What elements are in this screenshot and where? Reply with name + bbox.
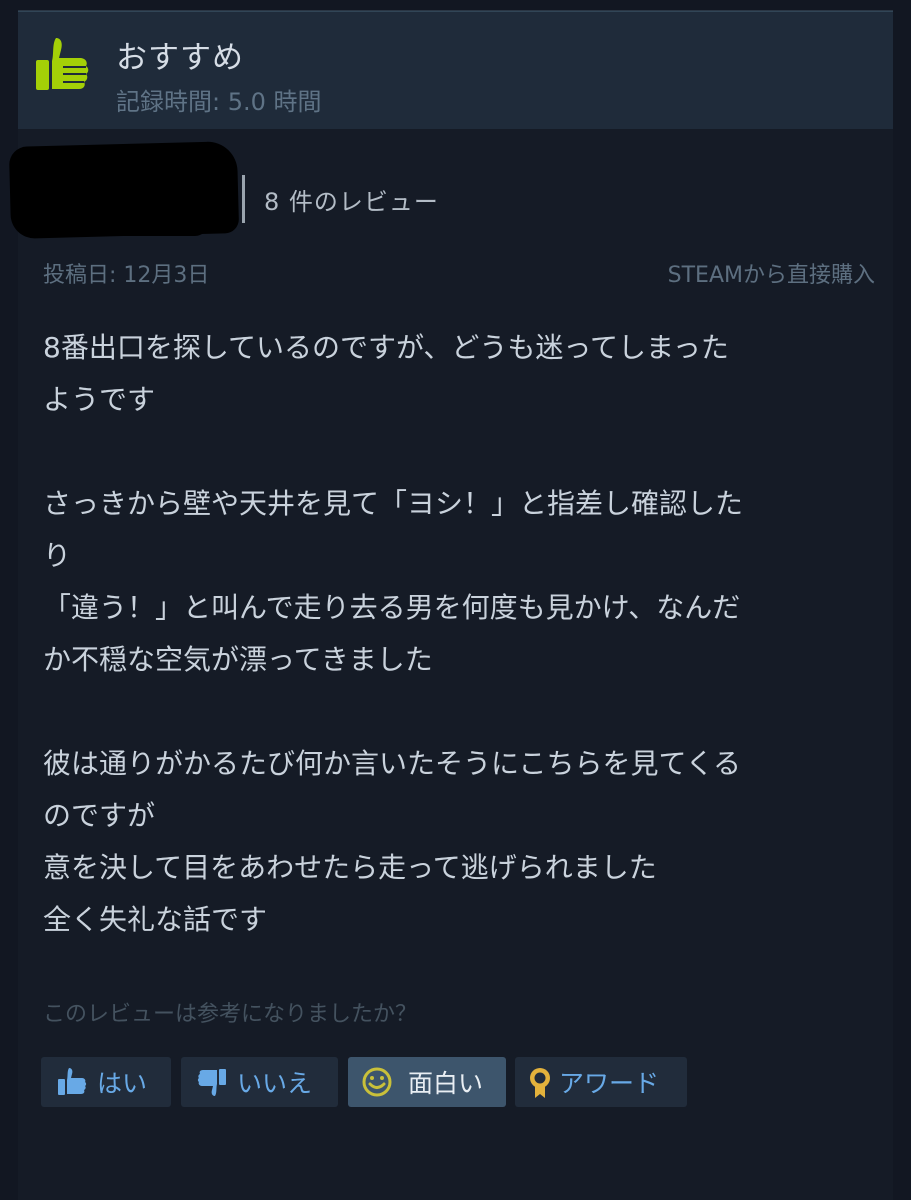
thumbs-down-icon: [195, 1065, 229, 1099]
author-divider: [242, 175, 245, 223]
review-line: のですが: [43, 799, 156, 832]
hours-on-record: 記録時間: 5.0 時間: [116, 88, 322, 116]
review-line: ようです: [43, 383, 156, 416]
award-button[interactable]: アワード: [515, 1057, 687, 1107]
recommendation-header[interactable]: おすすめ 記録時間: 5.0 時間: [18, 11, 893, 129]
review-line: り: [43, 539, 72, 572]
helpful-question: このレビューは参考になりましたか？: [43, 1002, 418, 1027]
smiley-icon: [360, 1065, 394, 1099]
review-line: 彼は通りがかるたび何か言いたそうにこちらを見てくる: [43, 747, 742, 780]
purchase-source: STEAMから直接購入: [667, 263, 875, 288]
vote-yes-label: はい: [97, 1069, 148, 1098]
review-line: か不穏な空気が漂ってきました: [43, 643, 433, 676]
review-line: [43, 426, 873, 478]
review-line: 全く失礼な話です: [43, 903, 268, 936]
vote-yes-button[interactable]: はい: [41, 1057, 171, 1107]
thumbs-up-icon: [30, 34, 94, 98]
redacted-author-extra: [28, 210, 208, 236]
review-line: さっきから壁や天井を見て「ヨシ！」と指差し確認した: [43, 487, 744, 520]
author-review-count[interactable]: 8 件のレビュー: [264, 182, 439, 217]
review-line: [43, 686, 873, 738]
vote-no-label: いいえ: [237, 1069, 313, 1098]
vote-funny-button[interactable]: 面白い: [348, 1057, 506, 1107]
posted-date: 投稿日: 12月3日: [43, 263, 210, 288]
award-label: アワード: [559, 1069, 660, 1098]
review-line: 「違う！」と叫んで走り去る男を何度も見かけ、なんだ: [43, 591, 741, 624]
vote-no-button[interactable]: いいえ: [181, 1057, 338, 1107]
vote-funny-label: 面白い: [408, 1069, 484, 1098]
review-body: 8番出口を探しているのですが、どうも迷ってしまった ようです さっきから壁や天井…: [43, 322, 873, 946]
thumbs-up-icon: [55, 1065, 89, 1099]
recommendation-title: おすすめ: [116, 40, 244, 76]
review-line: 意を決して目をあわせたら走って逃げられました: [43, 851, 657, 884]
review-line: 8番出口を探しているのですが、どうも迷ってしまった: [43, 331, 729, 364]
award-icon: [527, 1065, 553, 1099]
